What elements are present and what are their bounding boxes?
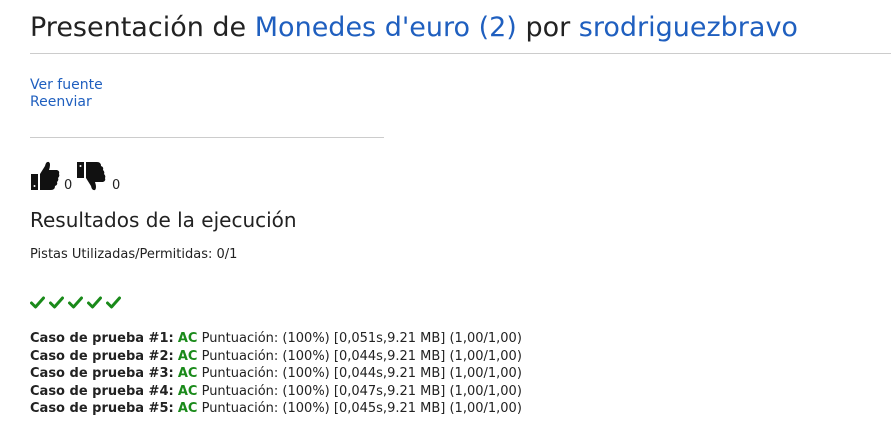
page-title: Presentación de Monedes d'euro (2) por s… <box>30 8 798 48</box>
test-case-row: Caso de prueba #4: AC Puntuación: (100%)… <box>30 383 522 401</box>
test-case-status: AC <box>177 348 198 364</box>
title-middle: por <box>525 12 571 43</box>
section-divider <box>30 137 384 138</box>
title-prefix: Presentación de <box>30 12 247 43</box>
test-case-detail: Puntuación: (100%) [0,051s,9.21 MB] (1,0… <box>201 331 522 346</box>
test-case-row: Caso de prueba #5: AC Puntuación: (100%)… <box>30 400 522 418</box>
test-case-detail: Puntuación: (100%) [0,044s,9.21 MB] (1,0… <box>201 348 522 364</box>
test-case-label: Caso de prueba #4: <box>30 383 174 399</box>
results-heading: Resultados de la ejecución <box>30 208 297 232</box>
resubmit-link[interactable]: Reenviar <box>30 94 103 111</box>
problem-link[interactable]: Monedes d'euro (2) <box>255 12 517 43</box>
test-case-label: Caso de prueba #5: <box>30 401 174 416</box>
view-source-link[interactable]: Ver fuente <box>30 77 103 94</box>
thumbs-down-icon <box>77 162 106 191</box>
test-case-row: Caso de prueba #2: AC Puntuación: (100%)… <box>30 348 522 366</box>
check-icon <box>49 296 64 309</box>
check-icon <box>87 296 102 309</box>
test-case-status: AC <box>177 383 198 399</box>
test-case-list: Caso de prueba #1: AC Puntuación: (100%)… <box>30 330 522 418</box>
test-case-label: Caso de prueba #3: <box>30 366 174 381</box>
test-case-row: Caso de prueba #3: AC Puntuación: (100%)… <box>30 365 522 383</box>
test-case-status: AC <box>177 366 198 381</box>
test-case-status: AC <box>177 331 198 346</box>
test-case-label: Caso de prueba #2: <box>30 348 174 364</box>
test-case-label: Caso de prueba #1: <box>30 331 174 346</box>
test-case-status: AC <box>177 401 198 416</box>
hints-used: Pistas Utilizadas/Permitidas: 0/1 <box>30 247 238 262</box>
test-case-detail: Puntuación: (100%) [0,045s,9.21 MB] (1,0… <box>201 401 522 416</box>
downvote-count: 0 <box>112 178 121 193</box>
test-case-row: Caso de prueba #1: AC Puntuación: (100%)… <box>30 330 522 348</box>
user-link[interactable]: srodriguezbravo <box>579 12 798 43</box>
check-icon <box>106 296 121 309</box>
upvote-button[interactable] <box>30 160 60 192</box>
upvote-count: 0 <box>64 178 73 193</box>
test-case-detail: Puntuación: (100%) [0,044s,9.21 MB] (1,0… <box>201 366 522 381</box>
check-icon <box>30 296 45 309</box>
test-case-detail: Puntuación: (100%) [0,047s,9.21 MB] (1,0… <box>201 383 522 399</box>
thumbs-up-icon <box>31 161 60 190</box>
title-divider <box>30 53 891 54</box>
test-case-checks <box>30 294 125 312</box>
action-links: Ver fuente Reenviar <box>30 77 103 111</box>
check-icon <box>68 296 83 309</box>
downvote-button[interactable] <box>76 160 106 192</box>
